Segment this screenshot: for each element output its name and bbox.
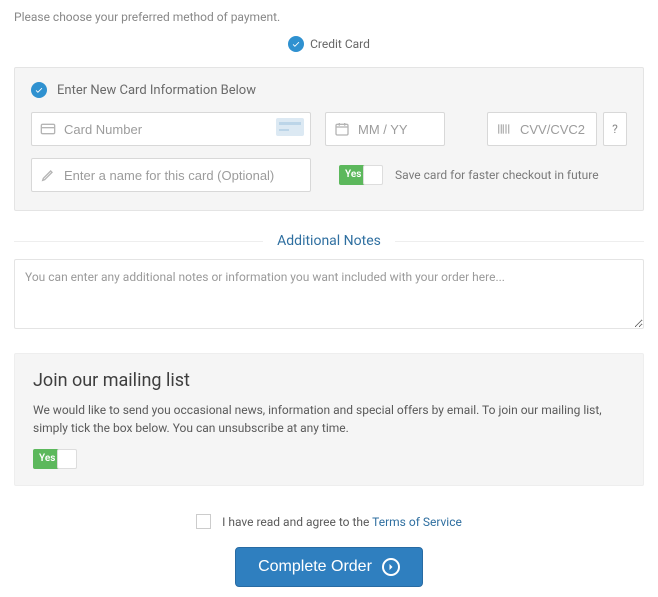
new-card-panel: Enter New Card Information Below ? <box>14 67 644 211</box>
card-number-input[interactable] <box>64 122 302 137</box>
calendar-icon <box>334 121 350 137</box>
mailing-heading: Join our mailing list <box>33 370 625 391</box>
barcode-icon <box>496 121 512 137</box>
pencil-icon <box>40 167 56 183</box>
tos-checkbox[interactable] <box>196 514 211 529</box>
save-card-toggle[interactable]: Yes <box>339 165 383 185</box>
notes-heading: Additional Notes <box>263 233 395 249</box>
check-icon <box>31 82 47 98</box>
toggle-knob <box>57 449 77 469</box>
complete-order-button[interactable]: Complete Order <box>235 547 423 587</box>
mailing-list-panel: Join our mailing list We would like to s… <box>14 353 644 486</box>
save-card-text: Save card for faster checkout in future <box>395 168 599 182</box>
expiry-input[interactable] <box>358 122 436 137</box>
notes-textarea[interactable] <box>14 259 644 329</box>
card-brand-icon <box>276 118 304 140</box>
mailing-toggle[interactable]: Yes <box>33 449 77 469</box>
cvv-help-button[interactable]: ? <box>603 112 627 146</box>
expiry-field[interactable] <box>325 112 445 146</box>
cvv-field[interactable] <box>487 112 597 146</box>
tos-row: I have read and agree to the Terms of Se… <box>14 514 644 529</box>
cvv-input[interactable] <box>520 122 588 137</box>
credit-card-icon <box>40 121 56 137</box>
complete-order-label: Complete Order <box>258 558 372 576</box>
radio-checked-icon <box>288 36 304 52</box>
toggle-knob <box>363 165 383 185</box>
payment-method-row: Credit Card <box>14 36 644 53</box>
payment-intro: Please choose your preferred method of p… <box>14 10 644 24</box>
credit-card-label: Credit Card <box>310 37 370 51</box>
tos-text: I have read and agree to the <box>222 515 372 529</box>
panel-title: Enter New Card Information Below <box>57 83 256 98</box>
card-name-input[interactable] <box>64 168 302 183</box>
card-number-field[interactable] <box>31 112 311 146</box>
arrow-right-icon <box>382 558 400 576</box>
tos-link[interactable]: Terms of Service <box>372 515 462 529</box>
card-name-field[interactable] <box>31 158 311 192</box>
notes-divider: Additional Notes <box>14 233 644 249</box>
credit-card-option[interactable]: Credit Card <box>288 36 370 52</box>
mailing-body: We would like to send you occasional new… <box>33 401 625 437</box>
